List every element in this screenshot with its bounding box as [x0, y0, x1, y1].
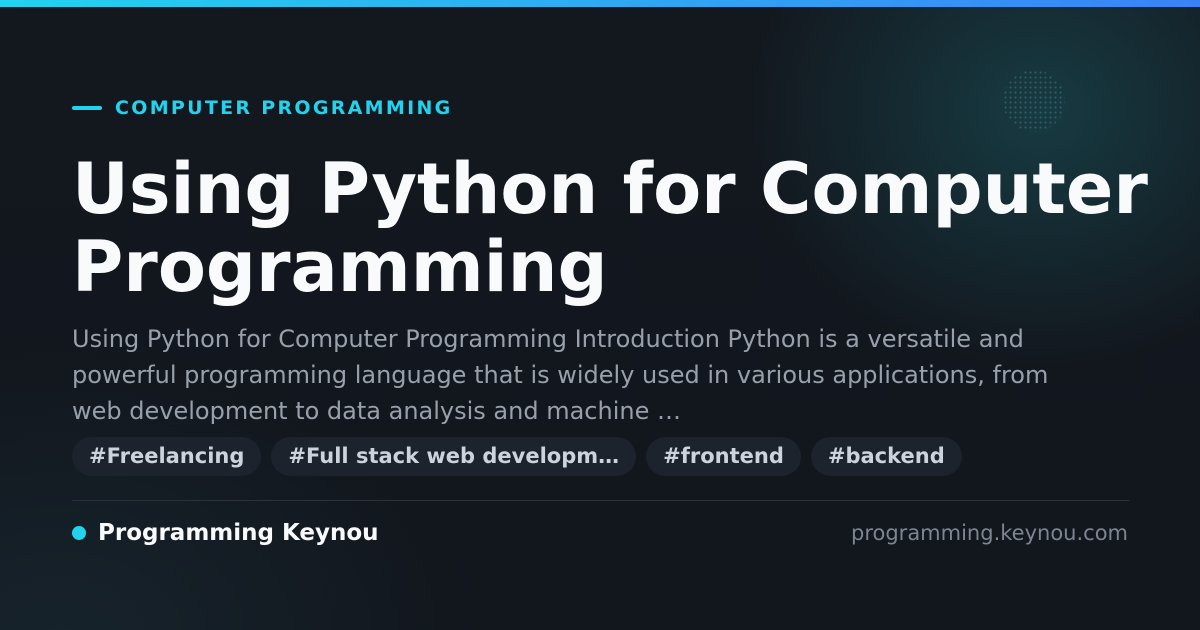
- dot-icon: [72, 526, 86, 540]
- site-brand: Programming Keynou: [72, 519, 379, 547]
- tag-freelancing[interactable]: #Freelancing: [72, 437, 262, 476]
- share-card: COMPUTER PROGRAMMING Using Python for Co…: [0, 0, 1200, 630]
- post-title: Using Python for Computer Programming: [72, 148, 1148, 308]
- post-excerpt: Using Python for Computer Programming In…: [72, 325, 1049, 425]
- tag-backend[interactable]: #backend: [810, 437, 962, 476]
- footer-divider: [72, 500, 1129, 501]
- tag-full-stack-web-development[interactable]: #Full stack web developm…: [271, 437, 637, 476]
- category-eyebrow: COMPUTER PROGRAMMING: [72, 96, 453, 120]
- dot-pattern-decoration: [1003, 70, 1065, 132]
- accent-line-icon: [72, 106, 102, 110]
- site-url[interactable]: programming.keynou.com: [851, 519, 1128, 547]
- tag-frontend[interactable]: #frontend: [646, 437, 801, 476]
- accent-top-bar: [0, 0, 1200, 7]
- category-label: COMPUTER PROGRAMMING: [115, 97, 453, 119]
- site-name: Programming Keynou: [98, 520, 379, 546]
- tag-list: #Freelancing #Full stack web developm… #…: [72, 437, 962, 476]
